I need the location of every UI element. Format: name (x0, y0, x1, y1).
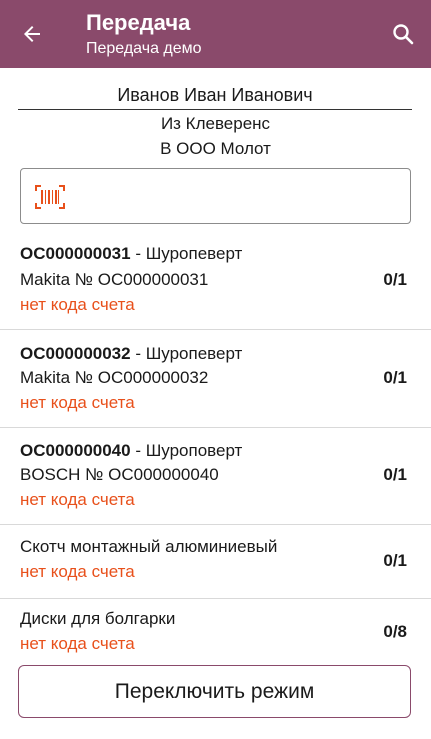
item-status: нет кода счета (20, 490, 135, 509)
switch-mode-button[interactable]: Переключить режим (18, 665, 411, 718)
item-status: нет кода счета (20, 562, 135, 581)
list-item[interactable]: OC000000031 - Шуропеверт Makita № OC0000… (0, 232, 431, 330)
barcode-icon (35, 185, 65, 209)
item-quantity: 0/8 (383, 622, 407, 641)
list-item[interactable]: OC000000032 - Шуропеверт Makita № OC0000… (0, 330, 431, 428)
item-code: OC000000032 (20, 344, 131, 363)
back-button[interactable] (16, 18, 48, 50)
item-quantity: 0/1 (383, 465, 407, 484)
list-item[interactable]: Диски для болгарки нет кода счета 0/8 (0, 599, 431, 669)
search-icon (393, 24, 414, 45)
item-quantity: 0/1 (383, 270, 407, 289)
item-quantity: 0/1 (383, 368, 407, 387)
search-button[interactable] (387, 18, 419, 50)
list-item[interactable]: Скотч монтажный алюминиевый нет кода сче… (0, 525, 431, 599)
item-list: OC000000031 - Шуропеверт Makita № OC0000… (0, 232, 431, 669)
item-detail: Makita № OC000000031 (20, 270, 209, 289)
page-title: Передача (86, 10, 191, 35)
counterparty-person: Иванов Иван Иванович (18, 84, 412, 110)
item-name: Диски для болгарки (20, 609, 176, 628)
item-detail: BOSCH № OC000000040 (20, 465, 219, 484)
item-code: OC000000040 (20, 441, 131, 460)
item-status: нет кода счета (20, 634, 135, 653)
item-name: - Шуропеверт (130, 244, 243, 263)
item-status: нет кода счета (20, 393, 135, 412)
item-detail: Makita № OC000000032 (20, 368, 209, 387)
item-name: - Шуроповерт (130, 441, 243, 460)
list-item[interactable]: OC000000040 - Шуроповерт BOSCH № OC00000… (0, 428, 431, 525)
app-bar: Передача Передача демо (0, 0, 431, 68)
destination-company: В ООО Молот (160, 139, 271, 158)
item-name: Скотч монтажный алюминиевый (20, 537, 278, 556)
page-subtitle: Передача демо (86, 40, 202, 57)
item-name: - Шуропеверт (130, 344, 243, 363)
source-warehouse: Из Клеверенс (160, 114, 271, 133)
item-quantity: 0/1 (383, 551, 407, 570)
barcode-scan-field[interactable] (20, 168, 411, 224)
arrow-left-icon (24, 26, 40, 42)
item-status: нет кода счета (20, 295, 135, 314)
item-code: OC000000031 (20, 244, 131, 263)
scan-input[interactable] (77, 179, 397, 213)
